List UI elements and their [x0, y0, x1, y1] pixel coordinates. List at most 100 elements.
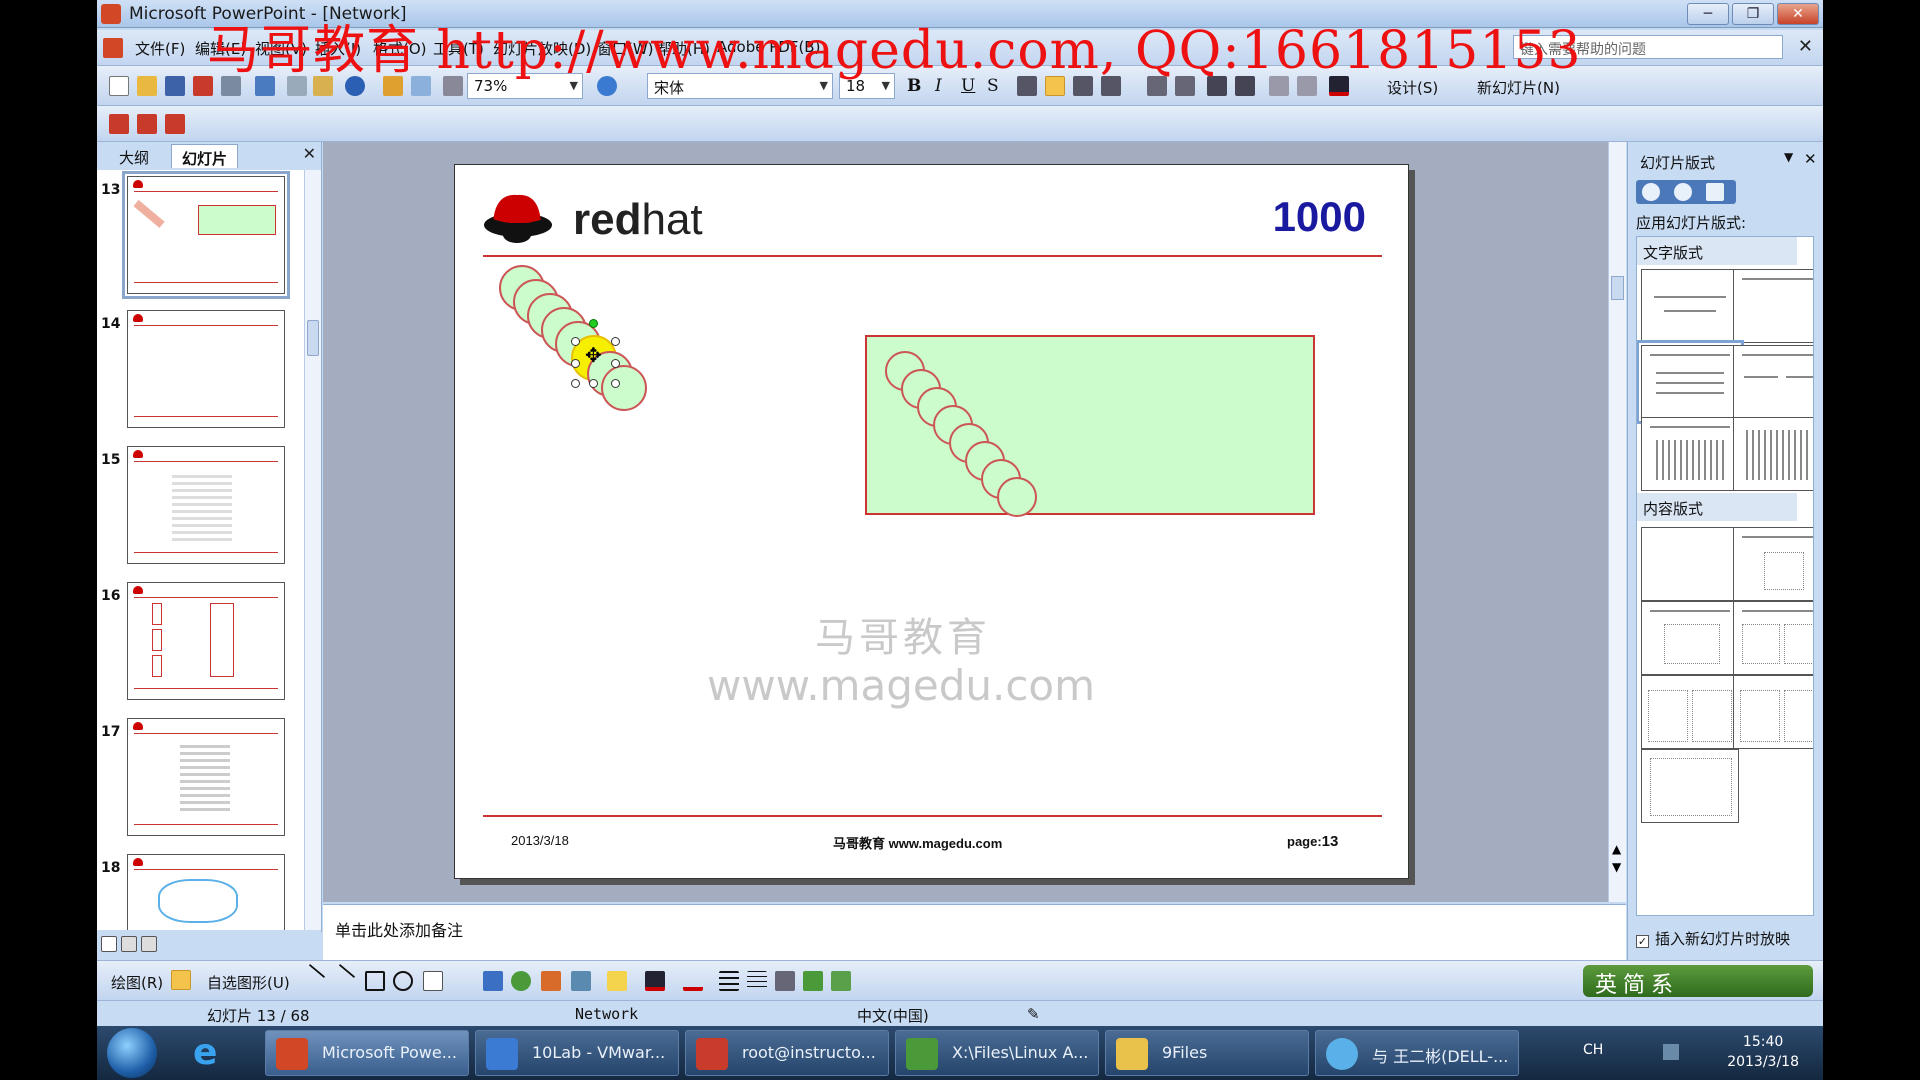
powerpoint-app-icon[interactable] [101, 4, 121, 24]
increase-font-icon[interactable] [1207, 76, 1227, 96]
layout-vertical-text[interactable] [1641, 417, 1739, 491]
numbering-icon[interactable] [1147, 76, 1167, 96]
menu-adobe-pdf[interactable]: Adobe PDF(B) [717, 38, 820, 56]
shadow-button[interactable]: S [987, 76, 999, 96]
layout-blank[interactable] [1641, 527, 1739, 601]
pdf-icon[interactable] [193, 76, 213, 96]
minimize-button[interactable]: ─ [1687, 3, 1729, 25]
circle-shape[interactable] [997, 477, 1037, 517]
line-icon[interactable] [308, 963, 326, 979]
resize-handle[interactable] [571, 359, 580, 368]
slide-thumbnail[interactable]: 13 [97, 171, 305, 304]
shadow-style-icon[interactable] [803, 971, 823, 991]
3d-style-icon[interactable] [831, 971, 851, 991]
prev-slide-icon[interactable]: ▲ [1612, 842, 1621, 856]
new-icon[interactable] [109, 76, 129, 96]
system-clock[interactable]: 15:40 2013/3/18 [1727, 1032, 1799, 1072]
table-icon[interactable] [411, 76, 431, 96]
thumbnail-scrollbar[interactable] [304, 170, 321, 930]
slide-thumbnail[interactable]: 16 [97, 580, 305, 710]
scroll-thumb[interactable] [1611, 276, 1624, 300]
task-pane-menu-icon[interactable]: ▼ [1784, 150, 1793, 164]
align-left-icon[interactable] [1017, 76, 1037, 96]
spell-check-icon[interactable]: ✎ [1027, 1005, 1040, 1023]
taskbar-item-terminal[interactable]: root@instructo... [685, 1030, 889, 1076]
font-size-select[interactable]: 18 ▼ [839, 73, 895, 99]
layout-title-only[interactable] [1733, 269, 1813, 343]
taskbar-item-chat[interactable]: 与 王二彬(DELL-... [1315, 1030, 1519, 1076]
slide-thumbnail[interactable]: 18 [97, 852, 305, 930]
taskbar-item-editor[interactable]: X:\Files\Linux A... [895, 1030, 1099, 1076]
line-color-icon[interactable] [645, 971, 665, 991]
increase-indent-icon[interactable] [1297, 76, 1317, 96]
editor-scrollbar[interactable]: ▲ ▼ [1608, 142, 1626, 902]
task-pane-close-icon[interactable]: ✕ [1804, 150, 1817, 168]
resize-handle[interactable] [571, 379, 580, 388]
slide-heading-number[interactable]: 1000 [1273, 193, 1366, 241]
layout-two-content[interactable] [1733, 601, 1813, 675]
slide-thumbnail[interactable]: 14 [97, 308, 305, 438]
menu-file[interactable]: 文件(F) [135, 38, 185, 59]
copy-icon[interactable] [287, 76, 307, 96]
line-style-icon[interactable] [719, 971, 739, 991]
taskbar-item-powerpoint[interactable]: Microsoft Powe... [265, 1030, 469, 1076]
slide-thumbnail[interactable]: 15 [97, 444, 305, 574]
rotation-handle[interactable] [589, 319, 598, 328]
chart-icon[interactable] [383, 76, 403, 96]
layout-title-slide[interactable] [1641, 269, 1739, 343]
font-color-draw-icon[interactable] [683, 971, 703, 991]
menu-edit[interactable]: 编辑(E) [195, 38, 246, 59]
justify-icon[interactable] [1101, 76, 1121, 96]
resize-handle[interactable] [571, 337, 580, 346]
menu-view[interactable]: 视图(V) [255, 38, 307, 59]
layout-content[interactable] [1733, 527, 1813, 601]
back-icon[interactable] [1642, 183, 1660, 201]
internet-explorer-icon[interactable]: e [193, 1032, 217, 1073]
open-icon[interactable] [137, 76, 157, 96]
ime-toolbar[interactable]: 英简系 [1583, 965, 1813, 998]
pdf-convert-icon[interactable] [109, 114, 129, 134]
layout-four-content[interactable] [1733, 675, 1813, 749]
slide-canvas[interactable]: redhat 1000 ✥ 马哥教育 www.magedu.com 2013/3… [454, 164, 1409, 879]
close-button[interactable]: ✕ [1777, 3, 1819, 25]
autoshapes-menu-button[interactable]: 自选图形(U) [207, 972, 290, 993]
align-right-icon[interactable] [1073, 76, 1093, 96]
layout-title-content[interactable] [1641, 601, 1739, 675]
layout-two-column-text[interactable] [1733, 345, 1813, 419]
tab-slides[interactable]: 幻灯片 [171, 144, 239, 168]
show-on-insert-checkbox[interactable]: ✓ 插入新幻灯片时放映 [1636, 928, 1790, 949]
menu-tools[interactable]: 工具(T) [433, 38, 484, 59]
textbox-icon[interactable] [423, 971, 443, 991]
select-pointer-icon[interactable] [171, 970, 191, 990]
diagram-icon[interactable] [511, 971, 531, 991]
resize-handle[interactable] [611, 359, 620, 368]
wordart-icon[interactable] [483, 971, 503, 991]
resize-handle[interactable] [589, 379, 598, 388]
menu-format[interactable]: 格式(O) [373, 38, 427, 59]
close-document-icon[interactable]: ✕ [1798, 36, 1813, 57]
help-search-input[interactable]: 键入需要帮助的问题 [1513, 35, 1783, 59]
tab-outline[interactable]: 大纲 [109, 144, 159, 168]
undo-icon[interactable] [345, 76, 365, 96]
sorter-view-icon[interactable] [121, 936, 137, 952]
picture-icon[interactable] [571, 971, 591, 991]
scroll-thumb[interactable] [307, 320, 319, 356]
pdf-email-icon[interactable] [137, 114, 157, 134]
document-icon[interactable] [103, 38, 123, 58]
normal-view-icon[interactable] [101, 936, 117, 952]
menu-slideshow[interactable]: 幻灯片放映(D) [493, 38, 591, 59]
layout-title-and-text[interactable] [1637, 340, 1744, 424]
spelling-icon[interactable] [255, 76, 275, 96]
font-color-icon[interactable] [1329, 76, 1349, 96]
paste-icon[interactable] [313, 76, 333, 96]
arrow-style-icon[interactable] [775, 971, 795, 991]
decrease-font-icon[interactable] [1235, 76, 1255, 96]
restore-button[interactable]: ❐ [1732, 3, 1774, 25]
taskbar-item-folder[interactable]: 9Files [1105, 1030, 1309, 1076]
menu-window[interactable]: 窗口(W) [597, 38, 654, 59]
new-slide-button[interactable]: 新幻灯片(N) [1477, 77, 1560, 98]
bullets-icon[interactable] [1175, 76, 1195, 96]
layout-vertical-title-text[interactable] [1733, 417, 1813, 491]
network-icon[interactable] [1663, 1044, 1679, 1060]
oval-icon[interactable] [393, 971, 413, 991]
